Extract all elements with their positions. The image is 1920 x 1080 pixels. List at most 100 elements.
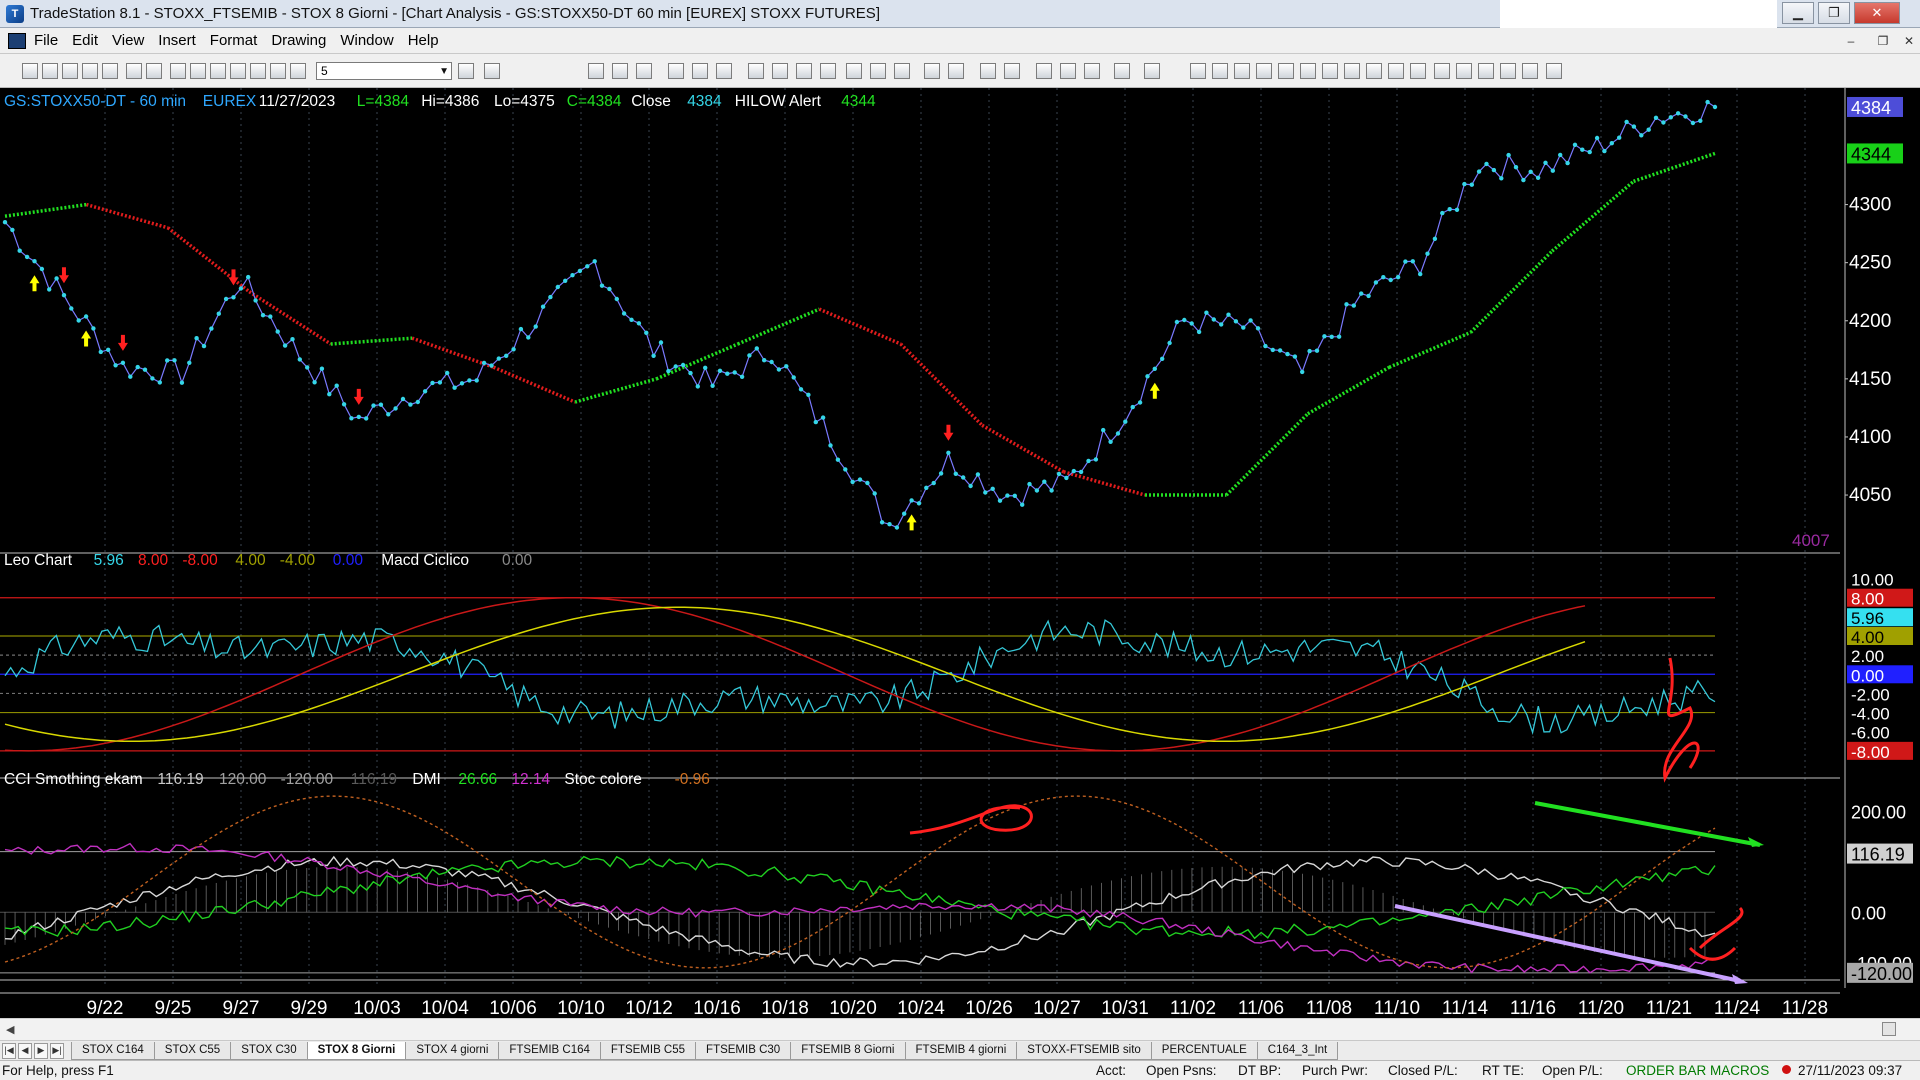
option-icon[interactable] xyxy=(692,63,708,79)
price-bar-dot xyxy=(902,511,907,516)
menu-window[interactable]: Window xyxy=(340,32,393,49)
menu-help[interactable]: Help xyxy=(408,32,439,49)
scanner-icon[interactable] xyxy=(716,63,732,79)
restore-button[interactable]: ❐ xyxy=(1818,2,1850,24)
mdi-restore-button[interactable]: ❐ xyxy=(1872,32,1894,50)
chart-icon[interactable] xyxy=(290,63,306,79)
price-bar-dot xyxy=(857,477,863,482)
pointer-icon[interactable] xyxy=(1036,63,1052,79)
status-macros[interactable]: ORDER BAR MACROS xyxy=(1626,1063,1769,1078)
trendline-icon[interactable] xyxy=(1190,63,1206,79)
bars-back-icon[interactable] xyxy=(924,63,940,79)
tab-ftsemib-c30[interactable]: FTSEMIB C30 xyxy=(695,1041,792,1060)
rectangle-icon[interactable] xyxy=(1522,63,1538,79)
chart-area[interactable]: GS:STOXX50-DT - 60 min EUREX 11/27/2023 L=4… xyxy=(0,88,1920,1018)
menu-file[interactable]: File xyxy=(34,32,58,49)
hammer-icon[interactable] xyxy=(1084,63,1100,79)
strategy-icon[interactable] xyxy=(230,63,246,79)
print-icon[interactable] xyxy=(126,63,142,79)
menu-format[interactable]: Format xyxy=(210,32,258,49)
format-icon[interactable] xyxy=(250,63,266,79)
tab-next-icon[interactable]: ▶ xyxy=(34,1042,48,1059)
leo-tick-label: 4.00 xyxy=(1851,628,1884,647)
mdi-minimize-button[interactable]: – xyxy=(1840,32,1862,50)
eraser-icon[interactable] xyxy=(1144,63,1160,79)
open-workspace-icon[interactable] xyxy=(62,63,78,79)
line-chart-icon[interactable] xyxy=(612,63,628,79)
freehand-icon[interactable] xyxy=(1410,63,1426,79)
tab-stox-8-giorni[interactable]: STOX 8 Giorni xyxy=(306,1041,407,1060)
bars-forward-icon[interactable] xyxy=(948,63,964,79)
crosshair-icon[interactable] xyxy=(1060,63,1076,79)
tab-c164-3-int[interactable]: C164_3_Int xyxy=(1256,1041,1339,1060)
regression-channel-icon[interactable] xyxy=(1366,63,1382,79)
scroll-thumb[interactable] xyxy=(1882,1022,1896,1036)
gann-fan-icon[interactable] xyxy=(1300,63,1316,79)
new-icon[interactable] xyxy=(22,63,38,79)
tab-stox-4-giorni[interactable]: STOX 4 giorni xyxy=(405,1041,500,1060)
tab-ftsemib-8-giorni[interactable]: FTSEMIB 8 Giorni xyxy=(790,1041,906,1060)
find-icon[interactable] xyxy=(484,63,500,79)
arrow-up-icon[interactable] xyxy=(1478,63,1494,79)
news-icon[interactable] xyxy=(748,63,764,79)
tab-stoxx-ftsemib-sito[interactable]: STOXX-FTSEMIB sito xyxy=(1016,1041,1152,1060)
tab-last-icon[interactable]: ▶| xyxy=(50,1042,64,1059)
horizontal-scrollbar[interactable]: ◀ xyxy=(0,1018,1920,1040)
interval-combo[interactable]: 5 ▼ xyxy=(316,62,452,80)
speed-line-icon[interactable] xyxy=(1278,63,1294,79)
hotlist-icon[interactable] xyxy=(772,63,788,79)
menu-edit[interactable]: Edit xyxy=(72,32,98,49)
tab-percentuale[interactable]: PERCENTUALE xyxy=(1150,1041,1258,1060)
play-icon[interactable] xyxy=(458,63,474,79)
zoom-in-icon[interactable] xyxy=(980,63,996,79)
curve-icon[interactable] xyxy=(1434,63,1450,79)
save-icon[interactable] xyxy=(102,63,118,79)
window-icon[interactable] xyxy=(170,63,186,79)
vertical-line-icon[interactable] xyxy=(1212,63,1228,79)
close-button[interactable]: ✕ xyxy=(1854,2,1900,24)
leo-value: 0.00 xyxy=(333,552,364,569)
andrews-pitchfork-icon[interactable] xyxy=(1322,63,1338,79)
horizontal-line-icon[interactable] xyxy=(1234,63,1250,79)
color-palette-icon[interactable] xyxy=(270,63,286,79)
new-workspace-icon[interactable] xyxy=(82,63,98,79)
lock-icon[interactable] xyxy=(210,63,226,79)
cascade-icon[interactable] xyxy=(190,63,206,79)
scroll-left-icon[interactable]: ◀ xyxy=(6,1023,14,1036)
tab-stox-c55[interactable]: STOX C55 xyxy=(153,1041,232,1060)
tab-stox-c30[interactable]: STOX C30 xyxy=(230,1041,308,1060)
minimize-button[interactable]: ▁ xyxy=(1782,2,1814,24)
tab-stox-c164[interactable]: STOX C164 xyxy=(71,1041,155,1060)
mdi-close-button[interactable]: ✕ xyxy=(1898,32,1920,50)
fibonacci-icon[interactable] xyxy=(1256,63,1272,79)
channel-icon[interactable] xyxy=(1344,63,1360,79)
order-icon[interactable] xyxy=(870,63,886,79)
price-bar-dot xyxy=(246,274,251,280)
tab-first-icon[interactable]: |◀ xyxy=(2,1042,16,1059)
tab-ftsemib-4-giorni[interactable]: FTSEMIB 4 giorni xyxy=(904,1041,1018,1060)
bar-chart-icon[interactable] xyxy=(588,63,604,79)
print-preview-icon[interactable] xyxy=(146,63,162,79)
macros-icon[interactable] xyxy=(846,63,862,79)
zoom-out-icon[interactable] xyxy=(1004,63,1020,79)
portfolio-icon[interactable] xyxy=(796,63,812,79)
tab-ftsemib-c55[interactable]: FTSEMIB C55 xyxy=(599,1041,697,1060)
arrow-down-icon[interactable] xyxy=(1456,63,1472,79)
text-tool-icon[interactable] xyxy=(1546,63,1562,79)
ellipse-icon[interactable] xyxy=(1500,63,1516,79)
drawing-icon[interactable] xyxy=(1114,63,1130,79)
menu-drawing[interactable]: Drawing xyxy=(271,32,326,49)
menu-insert[interactable]: Insert xyxy=(158,32,196,49)
radar-icon[interactable] xyxy=(668,63,684,79)
leo-tick-label: 2.00 xyxy=(1851,647,1884,666)
alert-icon[interactable] xyxy=(894,63,910,79)
chart-window-icon[interactable] xyxy=(8,32,26,49)
menu-view[interactable]: View xyxy=(112,32,144,49)
matrix-icon[interactable] xyxy=(636,63,652,79)
tab-ftsemib-c164[interactable]: FTSEMIB C164 xyxy=(498,1041,601,1060)
open-icon[interactable] xyxy=(42,63,58,79)
chart-canvas[interactable]: GS:STOXX50-DT - 60 min EUREX 11/27/2023 L=4… xyxy=(0,88,1920,1018)
account-icon[interactable] xyxy=(820,63,836,79)
arc-icon[interactable] xyxy=(1388,63,1404,79)
tab-prev-icon[interactable]: ◀ xyxy=(18,1042,32,1059)
